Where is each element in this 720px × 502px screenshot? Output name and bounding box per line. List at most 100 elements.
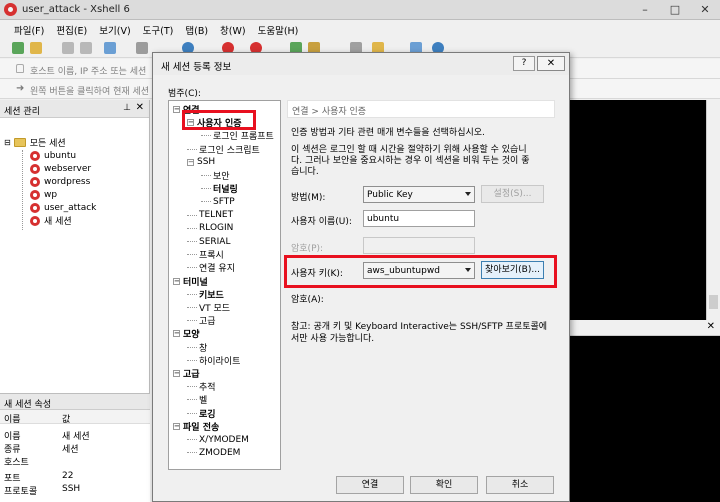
- category-label-text: X/YMODEM: [199, 434, 249, 445]
- menu-edit[interactable]: 편집(E): [50, 20, 93, 38]
- category-item[interactable]: VT 모드: [187, 301, 230, 314]
- property-row: 이름 새 세션: [4, 432, 90, 442]
- session-manager-title: 세션 관리: [4, 107, 40, 117]
- category-label-text: 키보드: [199, 290, 224, 301]
- category-item[interactable]: − SSH: [187, 156, 215, 169]
- menu-tools[interactable]: 도구(T): [137, 20, 180, 38]
- category-label-text: 보안: [213, 172, 230, 182]
- cancel-button[interactable]: 취소: [486, 476, 554, 494]
- collapse-icon[interactable]: −: [173, 330, 180, 338]
- session-item[interactable]: ubuntu: [30, 149, 76, 162]
- session-item[interactable]: user_attack: [30, 201, 96, 214]
- session-root[interactable]: ⊟ 모든 세션: [4, 136, 66, 149]
- collapse-icon[interactable]: ⊟: [4, 138, 11, 147]
- category-item[interactable]: 로그인 프롬프트: [201, 129, 274, 142]
- category-item[interactable]: 하이라이트: [187, 354, 240, 367]
- menu-file[interactable]: 파일(F): [8, 20, 50, 38]
- category-item[interactable]: 터널링: [201, 182, 238, 195]
- username-input[interactable]: ubuntu: [363, 210, 475, 227]
- settings-button[interactable]: 설정(S)...: [481, 185, 544, 203]
- tree-connector: [187, 227, 197, 229]
- category-item[interactable]: 프록시: [187, 248, 224, 261]
- category-item[interactable]: ZMODEM: [187, 446, 240, 459]
- tree-connector: [187, 254, 197, 256]
- category-item[interactable]: 키보드: [187, 288, 224, 301]
- tree-connector: [187, 386, 197, 388]
- category-item[interactable]: − 고급: [173, 367, 200, 380]
- ok-button[interactable]: 확인: [410, 476, 478, 494]
- category-item[interactable]: − 파일 전송: [173, 420, 219, 433]
- session-item[interactable]: 새 세션: [30, 214, 72, 227]
- password-input[interactable]: [363, 237, 475, 254]
- category-label-text: 파일 전송: [183, 422, 220, 433]
- username-label: 사용자 이름(U):: [291, 217, 352, 227]
- category-item[interactable]: RLOGIN: [187, 222, 233, 235]
- open-folder-icon[interactable]: [30, 42, 42, 54]
- collapse-icon[interactable]: −: [173, 422, 180, 430]
- category-label-text: 로그인 프롬프트: [213, 132, 274, 143]
- session-item[interactable]: wordpress: [30, 175, 90, 188]
- collapse-icon[interactable]: −: [173, 370, 180, 377]
- session-item[interactable]: webserver: [30, 162, 91, 175]
- category-item[interactable]: SFTP: [201, 195, 235, 208]
- category-item[interactable]: SERIAL: [187, 235, 230, 248]
- unlink-icon[interactable]: [80, 42, 92, 54]
- category-item[interactable]: 로깅: [187, 407, 216, 420]
- menu-tab[interactable]: 탭(B): [179, 20, 214, 38]
- menu-window[interactable]: 창(W): [214, 20, 252, 38]
- category-label-text: 로그인 스크립트: [199, 145, 260, 156]
- menu-view[interactable]: 보기(V): [93, 20, 136, 38]
- close-tab-icon[interactable]: ✕: [707, 321, 715, 332]
- link-icon[interactable]: [62, 42, 74, 54]
- category-item[interactable]: − 모양: [173, 327, 200, 340]
- category-item[interactable]: 보안: [201, 169, 230, 182]
- minimize-icon[interactable]: –: [630, 0, 660, 20]
- connect-button[interactable]: 연결: [336, 476, 404, 494]
- terminal-pane-top[interactable]: [566, 100, 720, 320]
- category-item[interactable]: TELNET: [187, 209, 233, 222]
- collapse-icon[interactable]: −: [173, 106, 180, 113]
- session-item[interactable]: wp: [30, 188, 57, 201]
- tree-connector: [187, 148, 197, 150]
- tree-connector: [201, 175, 211, 176]
- password-label: 암호(P):: [291, 244, 324, 254]
- dialog-close-icon[interactable]: ✕: [537, 56, 565, 71]
- dialog-help-icon[interactable]: ?: [513, 56, 535, 71]
- tree-connector: [187, 452, 197, 454]
- pin-icon[interactable]: ⊥: [123, 103, 131, 113]
- highlight-user-auth: [182, 110, 256, 130]
- category-label-text: 창: [199, 343, 208, 354]
- category-label-text: ZMODEM: [199, 447, 241, 458]
- category-label-text: TELNET: [199, 210, 234, 221]
- transfer-icon[interactable]: [104, 42, 116, 54]
- category-item[interactable]: 연결 유지: [187, 261, 235, 274]
- new-session-icon[interactable]: [12, 42, 24, 54]
- terminal-tab-bar: ✕: [566, 320, 720, 336]
- collapse-icon[interactable]: −: [187, 158, 194, 166]
- maximize-icon[interactable]: □: [660, 0, 690, 20]
- col-value: 값: [62, 415, 71, 425]
- address-input[interactable]: 호스트 이름, IP 주소 또는 세션: [30, 64, 146, 77]
- close-pane-icon[interactable]: ✕: [136, 102, 144, 113]
- session-icon: [30, 150, 40, 161]
- category-item[interactable]: X/YMODEM: [187, 433, 249, 446]
- passphrase-input[interactable]: [363, 288, 475, 305]
- terminal-pane-bottom[interactable]: [566, 336, 720, 502]
- tree-connector: [201, 201, 211, 203]
- category-item[interactable]: 로그인 스크립트: [187, 143, 260, 156]
- method-select[interactable]: Public Key: [363, 186, 475, 203]
- tree-connector: [201, 135, 211, 137]
- collapse-icon[interactable]: −: [173, 277, 180, 285]
- terminal-scrollbar[interactable]: [706, 100, 720, 320]
- category-label-text: RLOGIN: [199, 223, 234, 234]
- category-item[interactable]: 벨: [187, 393, 207, 406]
- menu-help[interactable]: 도움말(H): [252, 20, 305, 38]
- search-icon[interactable]: [136, 42, 148, 54]
- category-item[interactable]: 창: [187, 341, 207, 354]
- category-item[interactable]: 고급: [187, 314, 216, 327]
- category-item[interactable]: − 터미널: [173, 275, 208, 288]
- close-window-icon[interactable]: ✕: [690, 0, 720, 20]
- category-item[interactable]: 추적: [187, 380, 216, 393]
- category-label-text: 로깅: [199, 409, 216, 420]
- hint-text: 왼쪽 버튼을 클릭하여 현재 세션: [30, 87, 150, 97]
